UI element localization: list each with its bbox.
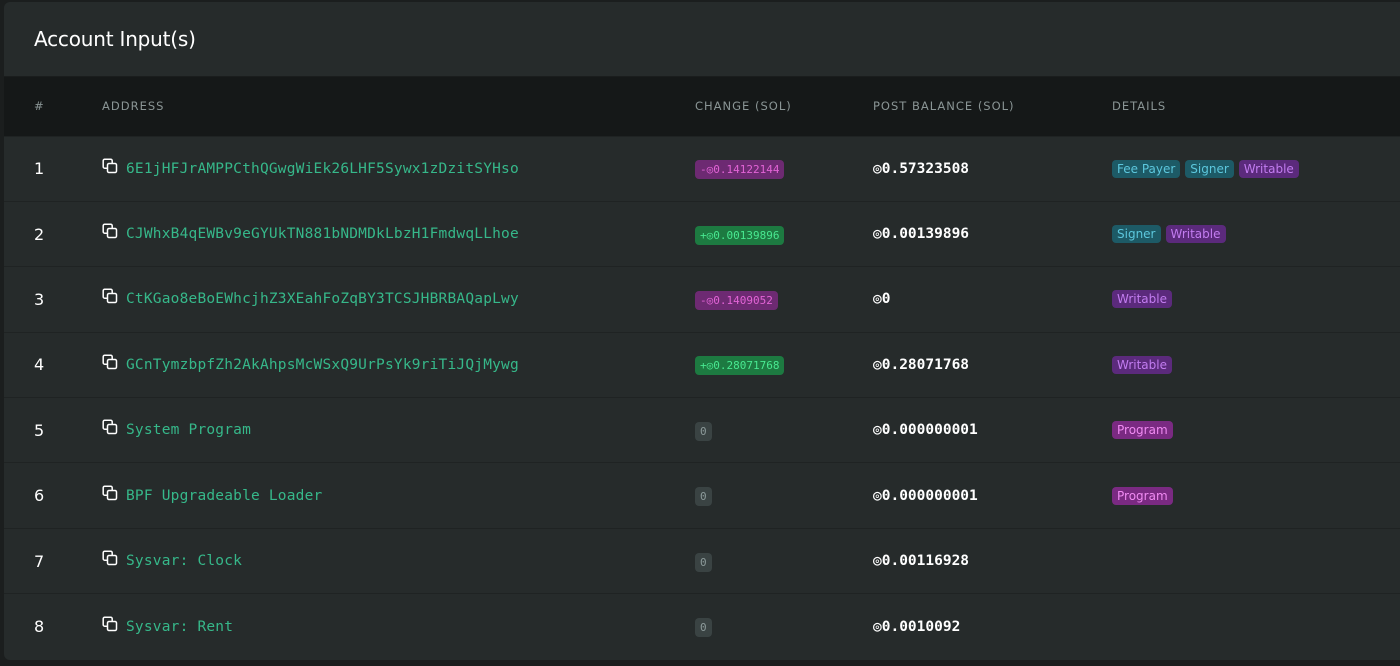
- table-header: # ADDRESS CHANGE (SOL) POST BALANCE (SOL…: [4, 77, 1400, 136]
- detail-badge: Fee Payer: [1112, 159, 1181, 178]
- card-title: Account Input(s): [34, 27, 196, 51]
- header-post-balance: POST BALANCE (SOL): [873, 99, 1015, 114]
- detail-badge: Writable: [1238, 159, 1299, 178]
- row-index: 2: [34, 224, 45, 244]
- copy-icon[interactable]: [102, 354, 118, 370]
- details-cell: Signer Writable: [1112, 201, 1400, 266]
- change-cell: +◎0.28071768: [695, 332, 873, 397]
- post-balance: ◎0.000000001: [873, 422, 978, 439]
- change-cell: 0: [695, 398, 873, 463]
- address-cell: 6E1jHFJrAMPPCthQGwgWiEk26LHF5Sywx1zDzitS…: [102, 136, 695, 201]
- table-row: 3 CtKGao8eBoEWhcjhZ3XEahFoZqBY3TCSJHBRBAQ…: [4, 266, 1400, 332]
- details-cell: [1112, 594, 1400, 659]
- details-cell: Program: [1112, 463, 1400, 528]
- table-row: 7 Sysvar: Clock 0 ◎0.00116928: [4, 528, 1400, 593]
- copy-icon[interactable]: [102, 485, 118, 501]
- copy-icon[interactable]: [102, 419, 118, 435]
- details-cell: Writable: [1112, 332, 1400, 397]
- table-row: 4 GCnTymzbpfZh2AkAhpsMcWSxQ9UrPsYk9riTiJQ…: [4, 332, 1400, 397]
- copy-icon[interactable]: [102, 158, 118, 174]
- address-link[interactable]: System Program: [126, 422, 251, 438]
- header-address: ADDRESS: [102, 99, 165, 114]
- header-details: DETAILS: [1112, 99, 1167, 114]
- address-cell: CJWhxB4qEWBv9eGYUkTN881bNDMDkLbzH1FmdwqL…: [102, 201, 695, 266]
- change-badge: -◎0.14122144: [695, 160, 785, 180]
- change-cell: +◎0.00139896: [695, 201, 873, 266]
- details-cell: Fee Payer Signer Writable: [1112, 136, 1400, 201]
- row-index: 1: [34, 159, 45, 179]
- copy-icon[interactable]: [102, 616, 118, 632]
- table-body: 1 6E1jHFJrAMPPCthQGwgWiEk26LHF5Sywx1zDzit…: [4, 136, 1400, 659]
- row-index: 7: [34, 551, 45, 571]
- change-cell: 0: [695, 463, 873, 528]
- table-row: 1 6E1jHFJrAMPPCthQGwgWiEk26LHF5Sywx1zDzit…: [4, 136, 1400, 201]
- address-link[interactable]: CJWhxB4qEWBv9eGYUkTN881bNDMDkLbzH1FmdwqL…: [126, 226, 519, 242]
- account-inputs-card: Account Input(s) # ADDRESS CHANGE (SOL) …: [4, 2, 1400, 660]
- table-row: 8 Sysvar: Rent 0 ◎0.0010092: [4, 593, 1400, 659]
- change-badge: 0: [695, 618, 712, 638]
- address-link[interactable]: BPF Upgradeable Loader: [126, 488, 322, 504]
- header-index: #: [34, 99, 45, 114]
- post-balance: ◎0.57323508: [873, 160, 970, 177]
- address-cell: Sysvar: Rent: [102, 594, 695, 659]
- post-balance: ◎0.00116928: [873, 553, 970, 570]
- detail-badge: Writable: [1112, 290, 1172, 309]
- row-index: 3: [34, 289, 45, 309]
- address-cell: System Program: [102, 398, 695, 463]
- row-index: 4: [34, 355, 45, 375]
- address-cell: GCnTymzbpfZh2AkAhpsMcWSxQ9UrPsYk9riTiJQj…: [102, 332, 695, 397]
- address-link[interactable]: GCnTymzbpfZh2AkAhpsMcWSxQ9UrPsYk9riTiJQj…: [126, 357, 519, 373]
- change-badge: 0: [695, 552, 712, 572]
- detail-badge: Signer: [1185, 159, 1234, 178]
- address-link[interactable]: CtKGao8eBoEWhcjhZ3XEahFoZqBY3TCSJHBRBAQa…: [126, 291, 519, 307]
- account-inputs-table: # ADDRESS CHANGE (SOL) POST BALANCE (SOL…: [4, 77, 1400, 659]
- change-badge: +◎0.28071768: [695, 356, 785, 376]
- table-row: 5 System Program 0 ◎0.000000001 Program: [4, 397, 1400, 463]
- change-badge: 0: [695, 421, 712, 441]
- details-cell: Program: [1112, 398, 1400, 463]
- copy-icon[interactable]: [102, 550, 118, 566]
- change-cell: -◎0.1409052: [695, 267, 873, 332]
- detail-badge: Program: [1112, 486, 1173, 505]
- card-header: Account Input(s): [4, 2, 1400, 77]
- address-cell: Sysvar: Clock: [102, 528, 695, 593]
- detail-badge: Writable: [1112, 355, 1172, 374]
- copy-icon[interactable]: [102, 223, 118, 239]
- change-cell: 0: [695, 594, 873, 659]
- address-link[interactable]: Sysvar: Clock: [126, 553, 242, 569]
- address-cell: CtKGao8eBoEWhcjhZ3XEahFoZqBY3TCSJHBRBAQa…: [102, 267, 695, 332]
- post-balance: ◎0.000000001: [873, 487, 978, 504]
- change-badge: +◎0.00139896: [695, 225, 785, 245]
- header-change: CHANGE (SOL): [695, 99, 792, 114]
- post-balance: ◎0.28071768: [873, 356, 970, 373]
- detail-badge: Program: [1112, 421, 1173, 440]
- row-index: 6: [34, 486, 45, 506]
- address-link[interactable]: Sysvar: Rent: [126, 619, 233, 635]
- change-cell: 0: [695, 528, 873, 593]
- table-row: 6 BPF Upgradeable Loader 0 ◎0.000000001 Prog…: [4, 462, 1400, 528]
- table-row: 2 CJWhxB4qEWBv9eGYUkTN881bNDMDkLbzH1Fmdwq…: [4, 201, 1400, 266]
- change-badge: -◎0.1409052: [695, 290, 778, 310]
- post-balance: ◎0: [873, 291, 891, 308]
- row-index: 8: [34, 617, 45, 637]
- address-cell: BPF Upgradeable Loader: [102, 463, 695, 528]
- details-cell: Writable: [1112, 267, 1400, 332]
- change-cell: -◎0.14122144: [695, 136, 873, 201]
- post-balance: ◎0.0010092: [873, 618, 961, 635]
- detail-badge: Signer: [1112, 225, 1161, 244]
- copy-icon[interactable]: [102, 288, 118, 304]
- row-index: 5: [34, 420, 45, 440]
- change-badge: 0: [695, 487, 712, 507]
- post-balance: ◎0.00139896: [873, 226, 970, 243]
- detail-badge: Writable: [1165, 225, 1226, 244]
- address-link[interactable]: 6E1jHFJrAMPPCthQGwgWiEk26LHF5Sywx1zDzitS…: [126, 161, 519, 177]
- details-cell: [1112, 528, 1400, 593]
